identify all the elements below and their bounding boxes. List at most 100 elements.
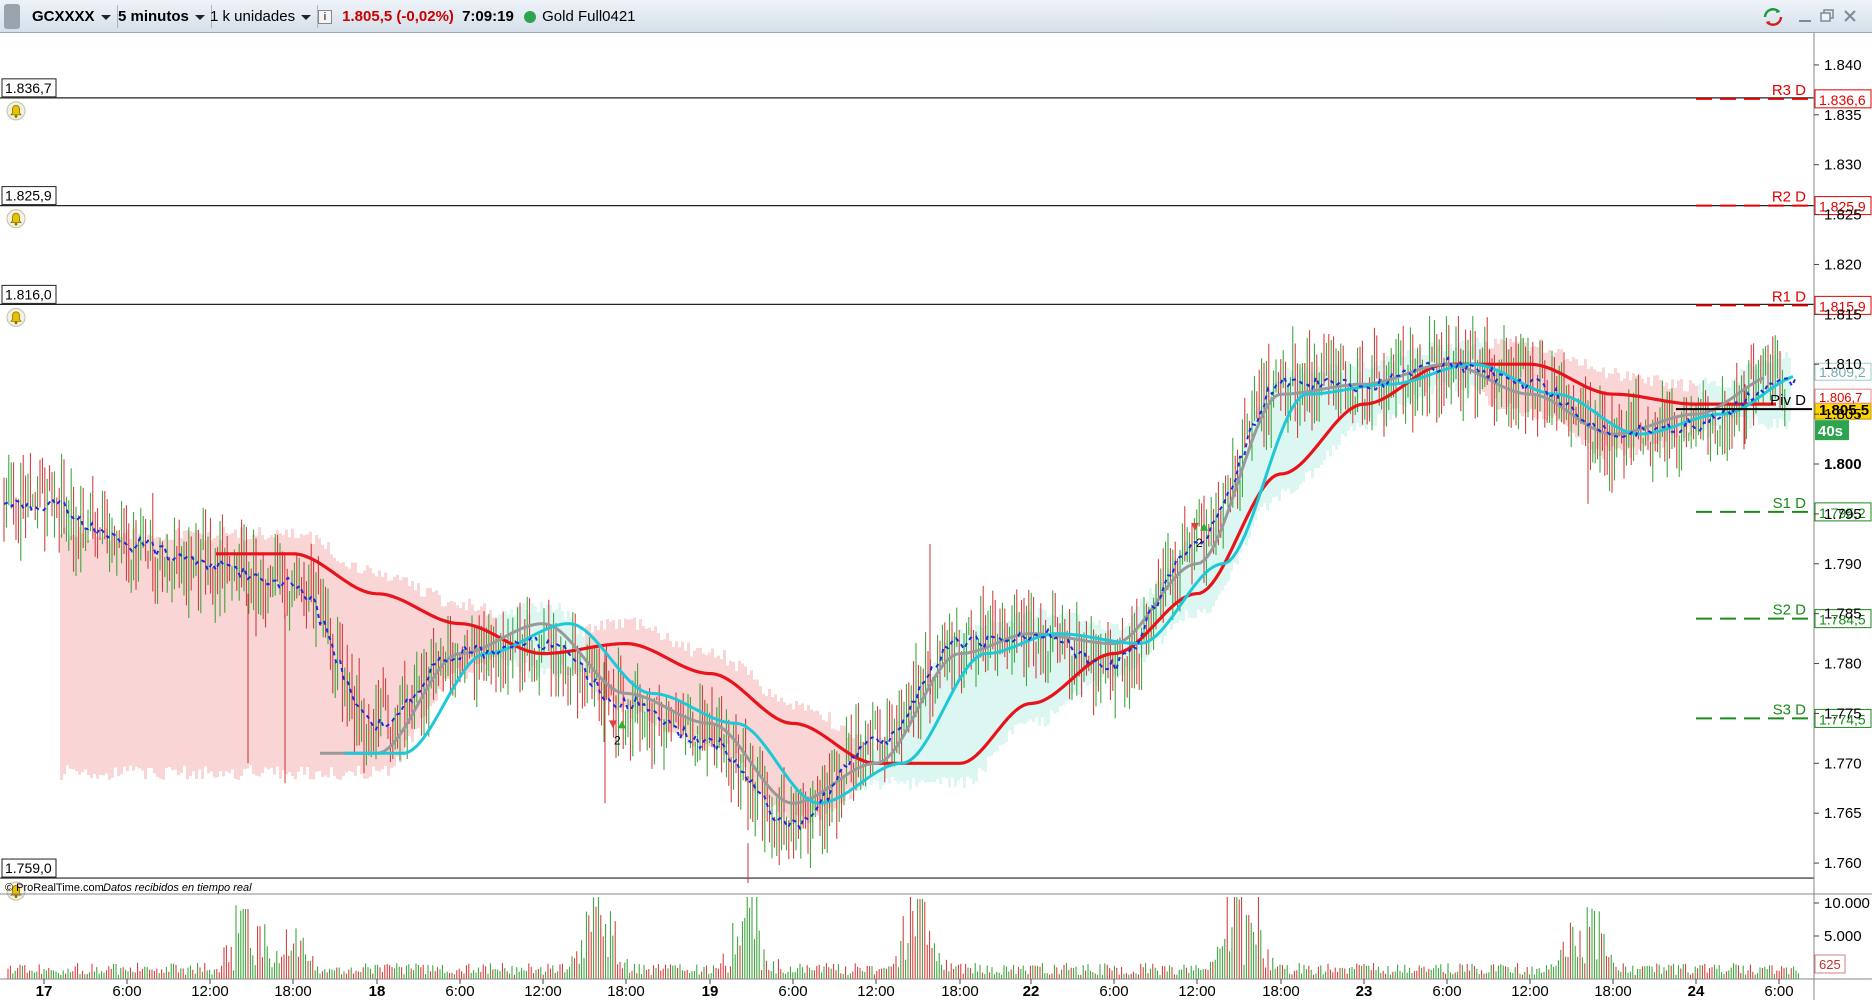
trading-window: GCXXXX 5 minutos 1 k unidades i 1.805,5 … bbox=[0, 0, 1872, 1000]
pivot-name: S3 D bbox=[1773, 701, 1807, 718]
axes: 1.840 1.835 1.830 1.825 1.820 1.815 1.810 1.805… bbox=[0, 33, 1872, 1000]
time-tick-label: 18:00 bbox=[941, 983, 979, 1000]
time-tick-label: 17 bbox=[36, 983, 53, 1000]
cloud-segment bbox=[90, 539, 93, 778]
time-tick-label: 12:00 bbox=[1511, 983, 1549, 1000]
cloud-segment bbox=[324, 549, 327, 776]
cloud-segment bbox=[117, 541, 120, 777]
chart-toolbar: GCXXXX 5 minutos 1 k unidades i 1.805,5 … bbox=[0, 0, 1872, 33]
sync-icon[interactable] bbox=[1762, 7, 1784, 27]
units-selector[interactable]: 1 k unidades bbox=[204, 5, 319, 28]
price-chart[interactable]: 1.836,7 1.825,9 1.816,0 1.759,0 R3 D 1.836,6… bbox=[0, 33, 1872, 1000]
trade-count: 2 bbox=[614, 733, 621, 747]
symbol-label: GCXXXX bbox=[32, 8, 95, 25]
time-tick-label: 18:00 bbox=[1262, 983, 1300, 1000]
cloud-segment bbox=[60, 534, 63, 781]
price-tick-label: 1.815 bbox=[1824, 306, 1862, 323]
cloud-segment bbox=[141, 540, 144, 771]
cloud-segment bbox=[300, 534, 303, 767]
cloud-segment bbox=[69, 535, 72, 769]
time-tick-label: 6:00 bbox=[1764, 983, 1793, 1000]
price-line-label: 1.825,9 bbox=[5, 188, 52, 204]
time-tick-label: 18:00 bbox=[607, 983, 645, 1000]
cloud-segment bbox=[693, 650, 696, 747]
price-tick-label: 1.800 bbox=[1824, 456, 1862, 473]
price-tick-label: 1.760 bbox=[1824, 855, 1862, 872]
cloud-segment bbox=[111, 533, 114, 778]
cloud-segment bbox=[567, 610, 570, 675]
symbol-selector[interactable]: GCXXXX bbox=[26, 5, 118, 28]
time-tick-label: 22 bbox=[1023, 983, 1040, 1000]
cloud-segment bbox=[201, 534, 204, 779]
cloud-segment bbox=[315, 534, 318, 772]
price-tick-label: 1.770 bbox=[1824, 755, 1862, 772]
pivot-name: R1 D bbox=[1772, 288, 1806, 305]
price-tick-label: 1.820 bbox=[1824, 256, 1862, 273]
volume-last-label: 625 bbox=[1819, 957, 1841, 972]
pivot-name: S1 D bbox=[1773, 495, 1807, 512]
cloud-segment bbox=[108, 540, 111, 780]
chevron-down-icon bbox=[100, 14, 111, 20]
time-tick-label: 6:00 bbox=[778, 983, 807, 1000]
price-tick-label: 1.810 bbox=[1824, 356, 1862, 373]
close-icon[interactable] bbox=[1842, 8, 1858, 24]
cloud-segment bbox=[84, 530, 87, 770]
time-tick-label: 6:00 bbox=[1432, 983, 1461, 1000]
cloud-segment bbox=[327, 542, 330, 778]
cloud-segment bbox=[360, 573, 363, 775]
credit-text: © ProRealTime.com bbox=[5, 882, 104, 894]
time-tick-label: 6:00 bbox=[112, 983, 141, 1000]
cloud-segment bbox=[159, 540, 162, 779]
price-line-label: 1.816,0 bbox=[5, 286, 52, 302]
price-tick-label: 1.825 bbox=[1824, 207, 1862, 224]
pivot-name: Piv D bbox=[1770, 392, 1806, 409]
cloud-segment bbox=[105, 528, 108, 774]
price-tick-label: 1.775 bbox=[1824, 705, 1862, 722]
window-grip-icon[interactable] bbox=[4, 4, 20, 29]
cloud-segment bbox=[729, 660, 732, 759]
time-tick-label: 12:00 bbox=[1178, 983, 1216, 1000]
info-icon[interactable]: i bbox=[318, 10, 332, 25]
gray-moving-average-line bbox=[320, 362, 1765, 805]
time-tick-label: 18 bbox=[369, 983, 386, 1000]
cloud-segment bbox=[513, 615, 516, 660]
countdown-label: 40s bbox=[1818, 423, 1843, 440]
cloud-segment bbox=[102, 536, 105, 776]
restore-icon[interactable] bbox=[1820, 8, 1834, 24]
cloud-segment bbox=[768, 689, 771, 799]
time-tick-label: 12:00 bbox=[857, 983, 895, 1000]
cloud-segment bbox=[66, 540, 69, 766]
buy-arrow-icon bbox=[618, 720, 626, 729]
time-tick-label: 6:00 bbox=[1099, 983, 1128, 1000]
timeframe-selector[interactable]: 5 minutos bbox=[112, 5, 212, 28]
cloud-segment bbox=[120, 537, 123, 775]
volume-tick-label: 10.000 bbox=[1824, 895, 1870, 912]
cloud-segment bbox=[1323, 373, 1326, 461]
price-change: 1.805,5 (-0,02%) bbox=[342, 8, 454, 25]
volume-tick-label: 5.000 bbox=[1824, 928, 1862, 945]
time-tick-label: 24 bbox=[1688, 983, 1705, 1000]
cloud-segment bbox=[63, 527, 66, 775]
ma-value-label: 1.806,7 bbox=[1819, 390, 1862, 405]
price-tick-label: 1.805 bbox=[1824, 406, 1862, 423]
time-tick-label: 18:00 bbox=[1594, 983, 1632, 1000]
price-tick-label: 1.835 bbox=[1824, 107, 1862, 124]
cloud-segment bbox=[774, 694, 777, 806]
ichimoku-cloud bbox=[60, 337, 1791, 824]
volume-histogram bbox=[7, 897, 1799, 979]
trade-count: 2 bbox=[1196, 536, 1203, 550]
cloud-segment bbox=[1065, 612, 1068, 701]
price-line-label: 1.759,0 bbox=[5, 860, 52, 876]
pivot-name: R2 D bbox=[1772, 189, 1806, 206]
cloud-segment bbox=[81, 533, 84, 773]
cloud-segment bbox=[1785, 351, 1788, 430]
price-tick-label: 1.840 bbox=[1824, 57, 1862, 74]
price-tick-label: 1.780 bbox=[1824, 656, 1862, 673]
cloud-segment bbox=[888, 736, 891, 784]
price-tick-label: 1.795 bbox=[1824, 506, 1862, 523]
price-tick-label: 1.765 bbox=[1824, 805, 1862, 822]
minimize-icon[interactable] bbox=[1798, 8, 1812, 24]
cloud-segment bbox=[99, 537, 102, 776]
time-tick-label: 12:00 bbox=[191, 983, 229, 1000]
credit-note: Datos recibidos en tiempo real bbox=[103, 882, 252, 894]
